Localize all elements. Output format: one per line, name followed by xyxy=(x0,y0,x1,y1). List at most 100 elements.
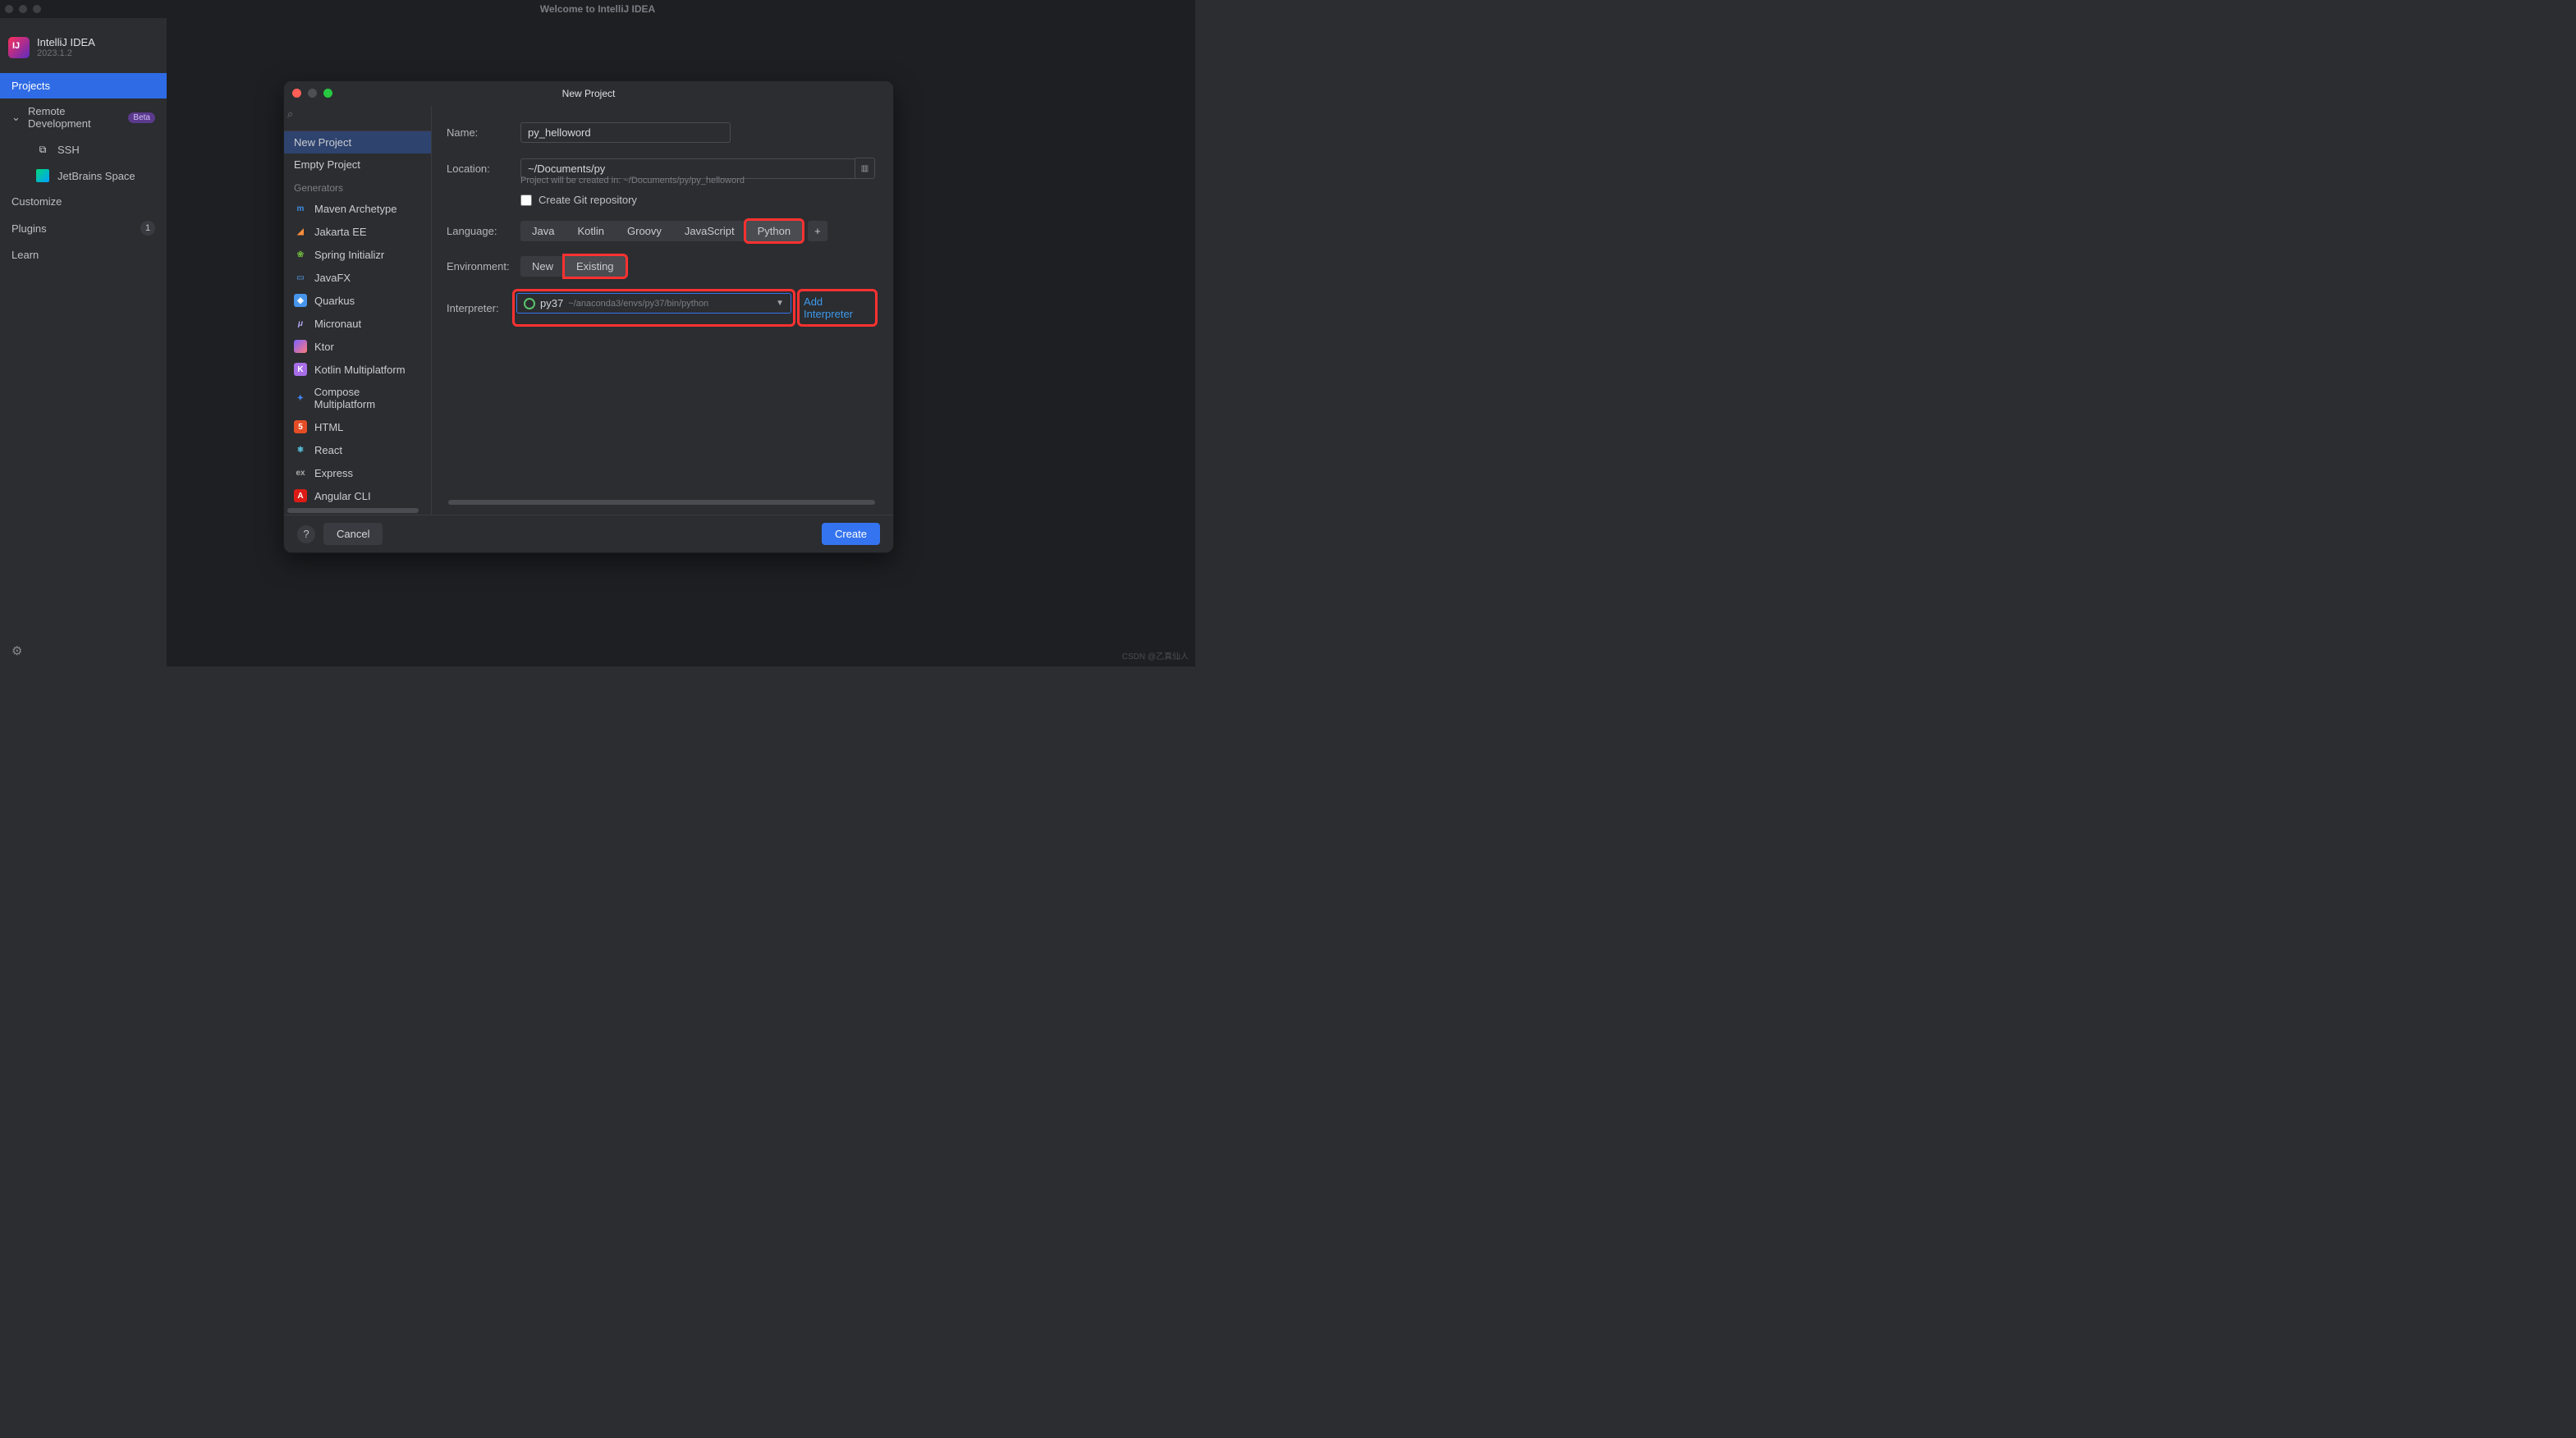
side-item-label: Empty Project xyxy=(294,158,360,171)
sidebar-item-label: Remote Development xyxy=(28,105,120,130)
git-repo-checkbox[interactable]: Create Git repository xyxy=(520,194,875,206)
side-item-label: Spring Initializr xyxy=(314,249,384,261)
sidebar-item-label: Customize xyxy=(11,195,62,208)
side-item-maven[interactable]: mMaven Archetype xyxy=(284,197,431,220)
side-item-label: React xyxy=(314,444,342,456)
kotlin-mp-icon: K xyxy=(294,363,307,376)
main-title: Welcome to IntelliJ IDEA xyxy=(540,3,655,15)
minimize-dot-icon[interactable] xyxy=(19,5,27,13)
maximize-icon[interactable] xyxy=(323,89,332,98)
project-type-panel: New Project Empty Project Generators mMa… xyxy=(284,106,432,515)
gear-icon[interactable]: ⚙ xyxy=(11,644,22,658)
lang-kotlin[interactable]: Kotlin xyxy=(566,221,616,241)
interpreter-name: py37 xyxy=(540,297,563,309)
add-interpreter-link[interactable]: Add Interpreter xyxy=(802,291,873,324)
form-scroll-thumb[interactable] xyxy=(448,500,875,505)
dialog-titlebar: New Project xyxy=(284,81,893,106)
close-dot-icon[interactable] xyxy=(5,5,13,13)
side-item-label: Jakarta EE xyxy=(314,226,367,238)
create-button[interactable]: Create xyxy=(822,523,880,545)
side-item-new-project[interactable]: New Project xyxy=(284,131,431,153)
side-item-kotlin-mp[interactable]: K Kotlin Multiplatform xyxy=(284,358,431,381)
micronaut-icon: μ xyxy=(294,317,307,330)
dialog-title: New Project xyxy=(562,88,616,99)
side-item-express[interactable]: exExpress xyxy=(284,461,431,484)
side-item-label: Micronaut xyxy=(314,318,361,330)
chevron-down-icon: ▼ xyxy=(776,299,784,308)
sidebar-item-label: JetBrains Space xyxy=(57,170,135,182)
sidebar-item-remote-development[interactable]: ⌄ Remote Development Beta xyxy=(0,98,167,136)
sidebar-item-label: Plugins xyxy=(11,222,47,235)
env-existing[interactable]: Existing xyxy=(565,256,626,277)
side-item-label: Compose Multiplatform xyxy=(314,386,421,410)
plugins-count-badge: 1 xyxy=(140,221,155,236)
side-item-compose-mp[interactable]: ✦ Compose Multiplatform xyxy=(284,381,431,415)
content-area: New Project New Project Empty Project Ge… xyxy=(167,18,1195,666)
lang-javascript[interactable]: JavaScript xyxy=(673,221,746,241)
jetbrains-space-icon xyxy=(36,169,49,182)
intellij-logo-icon xyxy=(8,37,30,58)
lang-python[interactable]: Python xyxy=(746,221,802,241)
language-label: Language: xyxy=(447,225,520,237)
side-item-angular[interactable]: A Angular CLI xyxy=(284,484,431,506)
side-item-label: Kotlin Multiplatform xyxy=(314,364,406,376)
generators-heading: Generators xyxy=(284,176,431,197)
compose-icon: ✦ xyxy=(294,392,307,405)
python-env-icon xyxy=(524,298,535,309)
side-item-quarkus[interactable]: ◈ Quarkus xyxy=(284,289,431,312)
side-item-micronaut[interactable]: μ Micronaut xyxy=(284,312,431,335)
side-item-javafx[interactable]: ▭ JavaFX xyxy=(284,266,431,289)
jakarta-icon: ◢ xyxy=(294,225,307,238)
mac-traffic-lights[interactable] xyxy=(5,5,41,13)
search-input[interactable] xyxy=(291,110,424,126)
environment-label: Environment: xyxy=(447,260,520,272)
side-item-label: Angular CLI xyxy=(314,490,371,502)
sidebar-item-label: Projects xyxy=(11,80,50,92)
side-item-html[interactable]: 5HTML xyxy=(284,415,431,438)
lang-java[interactable]: Java xyxy=(520,221,566,241)
side-item-empty-project[interactable]: Empty Project xyxy=(284,153,431,176)
sidebar-item-customize[interactable]: Customize xyxy=(0,189,167,214)
sidebar-item-jetbrains-space[interactable]: JetBrains Space xyxy=(0,163,167,189)
sidebar-item-projects[interactable]: Projects xyxy=(0,73,167,98)
side-item-label: JavaFX xyxy=(314,272,351,284)
project-name-input[interactable] xyxy=(520,122,731,143)
angular-icon: A xyxy=(294,489,307,502)
sidebar-item-ssh[interactable]: ⧉ SSH xyxy=(0,136,167,163)
chevron-down-icon: ⌄ xyxy=(11,111,20,124)
new-project-form: Name: Location: ▥ Project will be create… xyxy=(432,106,893,515)
side-scroll-thumb[interactable] xyxy=(287,508,419,513)
close-icon[interactable] xyxy=(292,89,301,98)
help-button[interactable]: ? xyxy=(297,525,315,543)
side-item-label: Ktor xyxy=(314,341,334,353)
side-item-label: Express xyxy=(314,467,353,479)
maximize-dot-icon[interactable] xyxy=(33,5,41,13)
side-item-label: HTML xyxy=(314,421,343,433)
side-item-jakarta[interactable]: ◢ Jakarta EE xyxy=(284,220,431,243)
git-checkbox-label: Create Git repository xyxy=(539,194,637,206)
cancel-button[interactable]: Cancel xyxy=(323,523,383,545)
lang-groovy[interactable]: Groovy xyxy=(616,221,673,241)
sidebar-item-plugins[interactable]: Plugins 1 xyxy=(0,214,167,242)
side-item-ktor[interactable]: Ktor xyxy=(284,335,431,358)
env-new[interactable]: New xyxy=(520,256,565,277)
dialog-traffic-lights[interactable] xyxy=(292,89,332,98)
minimize-icon[interactable] xyxy=(308,89,317,98)
side-item-spring[interactable]: ❀ Spring Initializr xyxy=(284,243,431,266)
sidebar-item-learn[interactable]: Learn xyxy=(0,242,167,268)
lang-add-button[interactable]: + xyxy=(808,221,827,241)
side-item-react[interactable]: ⚛React xyxy=(284,438,431,461)
spring-icon: ❀ xyxy=(294,248,307,261)
brand-name: IntelliJ IDEA xyxy=(37,36,95,48)
location-hint: Project will be created in: ~/Documents/… xyxy=(520,176,875,185)
javafx-icon: ▭ xyxy=(294,271,307,284)
git-checkbox-input[interactable] xyxy=(520,195,532,206)
beta-badge: Beta xyxy=(128,112,155,123)
quarkus-icon: ◈ xyxy=(294,294,307,307)
interpreter-dropdown[interactable]: py37 ~/anaconda3/envs/py37/bin/python ▼ xyxy=(516,293,791,314)
new-project-dialog: New Project New Project Empty Project Ge… xyxy=(283,80,894,553)
side-item-label: Quarkus xyxy=(314,295,355,307)
name-label: Name: xyxy=(447,126,520,139)
interpreter-path: ~/anaconda3/envs/py37/bin/python xyxy=(568,299,708,309)
main-titlebar: Welcome to IntelliJ IDEA xyxy=(0,0,1195,18)
